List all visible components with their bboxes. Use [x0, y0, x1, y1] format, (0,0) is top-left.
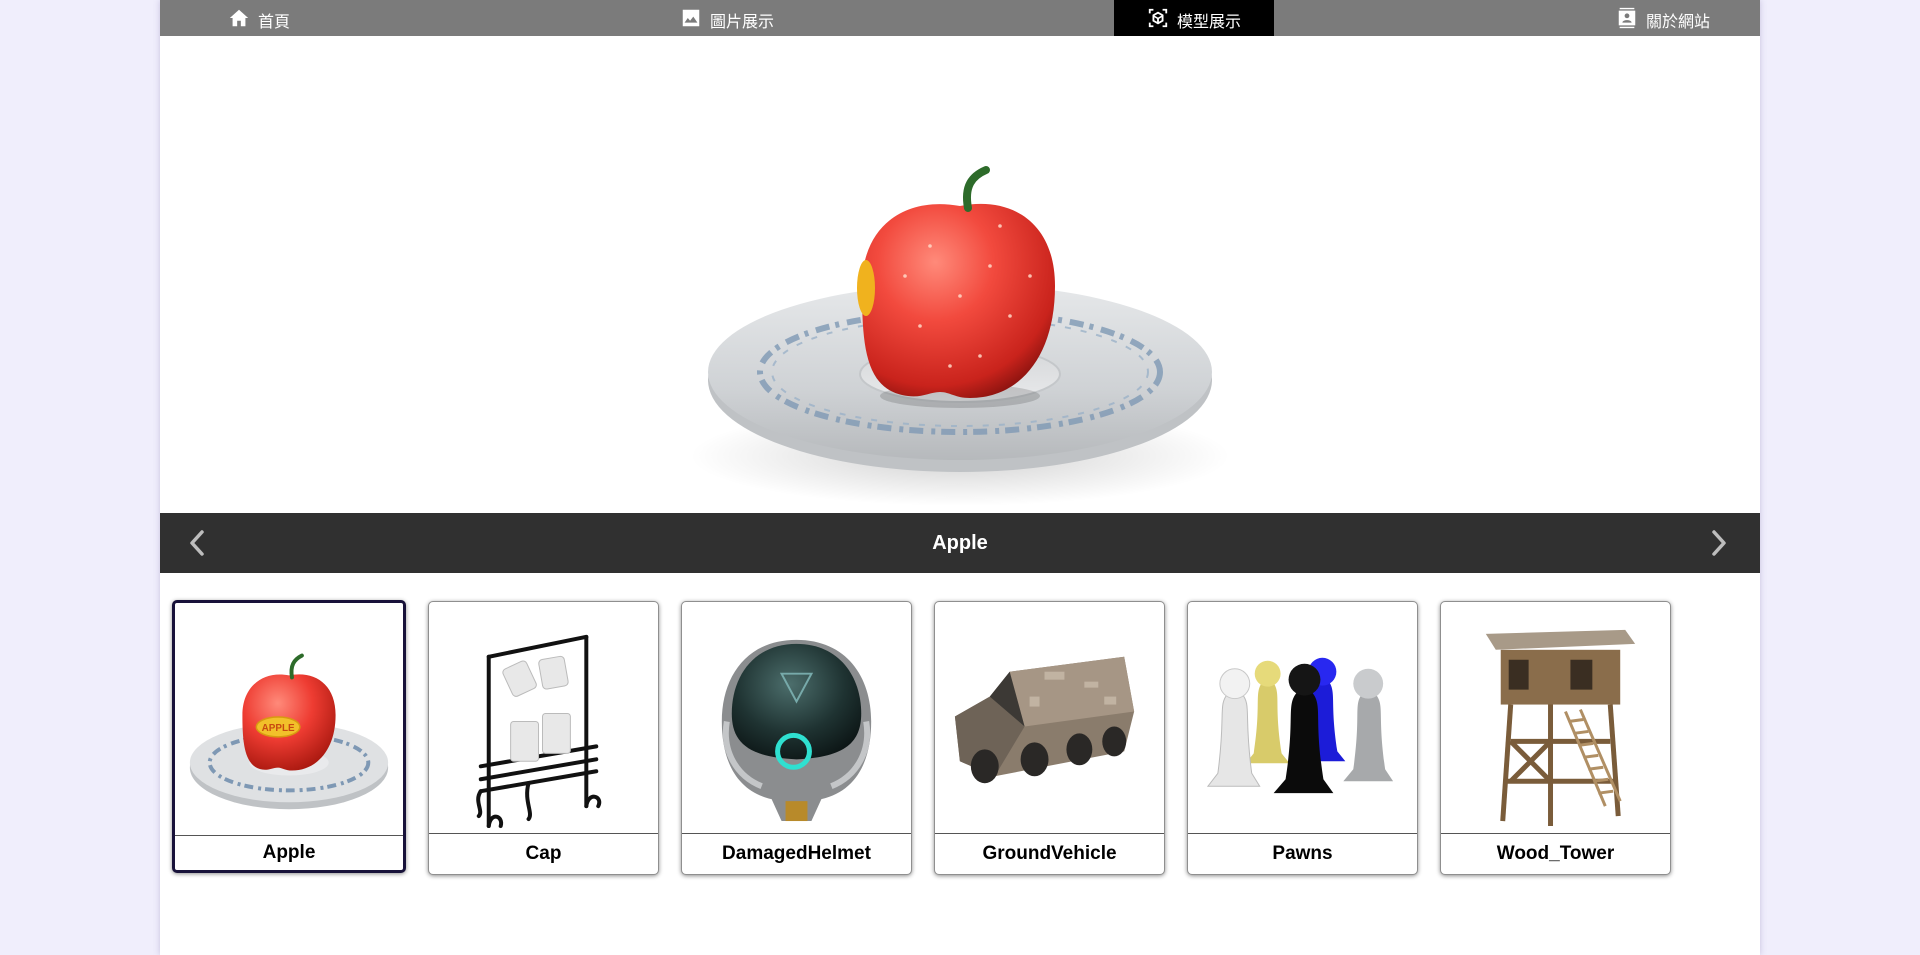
thumbnail-label: DamagedHelmet: [722, 843, 871, 864]
current-model-title: Apple: [932, 531, 988, 554]
next-button[interactable]: [1702, 527, 1734, 559]
nav-item-home[interactable]: 首頁: [228, 0, 290, 36]
chevron-right-icon: [1712, 530, 1726, 556]
thumbnail-image: [935, 602, 1164, 834]
thumbnail-cap[interactable]: Cap: [428, 601, 659, 875]
thumbnail-image: APPLE: [175, 603, 403, 836]
thumbnail-wood-tower[interactable]: Wood_Tower: [1440, 601, 1671, 875]
thumbnail-image: [1188, 602, 1417, 834]
nav-item-label: 模型展示: [1176, 14, 1241, 31]
apple-model: [690, 166, 1230, 506]
thumbnail-apple[interactable]: APPLE Apple: [172, 600, 406, 873]
thumbnail-damaged-helmet[interactable]: DamagedHelmet: [681, 601, 912, 875]
thumbnail-label: Wood_Tower: [1496, 843, 1615, 864]
thumbnail-image: [682, 602, 911, 834]
thumbnail-ground-vehicle[interactable]: GroundVehicle: [934, 601, 1165, 875]
nav-item-models[interactable]: 模型展示: [1114, 0, 1274, 36]
home-icon: [229, 9, 249, 27]
nav-item-about[interactable]: 關於網站: [1616, 0, 1710, 36]
thumbnail-image: [1441, 602, 1670, 834]
carousel-caption-bar: Apple: [160, 513, 1760, 573]
thumbnail-image: [429, 602, 658, 834]
thumbnail-label: Pawns: [1272, 843, 1333, 864]
thumbnail-label: Apple: [262, 842, 316, 863]
model-viewer[interactable]: [160, 36, 1760, 513]
thumbnail-label: GroundVehicle: [982, 843, 1117, 864]
apple-label-text: APPLE: [262, 723, 295, 734]
model-thumbnail-list: APPLE Apple Cap DamagedHelmet GroundVehi…: [172, 600, 1671, 875]
thumbnail-label: Cap: [525, 843, 562, 864]
image-icon: [682, 9, 700, 27]
page-container: 首頁 圖片展示 模型展示 關於網站 Apple APPLE Apple Cap …: [160, 0, 1760, 955]
nav-item-images[interactable]: 圖片展示: [680, 0, 774, 36]
nav-item-label: 首頁: [258, 14, 291, 31]
nav-item-label: 圖片展示: [710, 14, 775, 31]
top-nav: 首頁 圖片展示 模型展示 關於網站: [160, 0, 1760, 36]
previous-button[interactable]: [182, 527, 214, 559]
thumbnail-pawns[interactable]: Pawns: [1187, 601, 1418, 875]
nav-item-label: 關於網站: [1646, 14, 1711, 31]
chevron-left-icon: [190, 530, 204, 556]
3d-model-icon: [1148, 8, 1168, 28]
contact-card-icon: [1618, 7, 1636, 29]
